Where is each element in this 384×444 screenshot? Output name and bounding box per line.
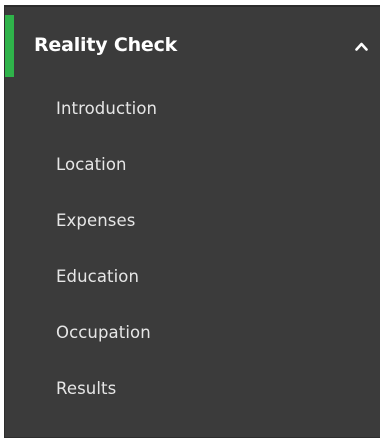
menu-item-label: Location — [56, 155, 127, 174]
menu-item-education[interactable]: Education — [5, 255, 380, 311]
menu-item-label: Education — [56, 267, 140, 286]
menu-item-expenses[interactable]: Expenses — [5, 199, 380, 255]
accordion-header[interactable]: Reality Check — [5, 7, 380, 87]
menu-item-introduction[interactable]: Introduction — [5, 87, 380, 143]
menu-item-occupation[interactable]: Occupation — [5, 311, 380, 367]
accordion-title: Reality Check — [34, 34, 178, 56]
active-accent-bar — [5, 15, 14, 77]
menu-item-label: Results — [56, 379, 117, 398]
accordion-menu: Introduction Location Expenses Education… — [5, 87, 380, 423]
menu-item-results[interactable]: Results — [5, 367, 380, 423]
menu-item-label: Introduction — [56, 99, 158, 118]
menu-item-label: Expenses — [56, 211, 136, 230]
menu-item-label: Occupation — [56, 323, 151, 342]
menu-item-location[interactable]: Location — [5, 143, 380, 199]
sidebar-accordion-panel: Reality Check Introduction Location Expe… — [4, 7, 380, 438]
chevron-up-icon[interactable] — [355, 40, 368, 53]
